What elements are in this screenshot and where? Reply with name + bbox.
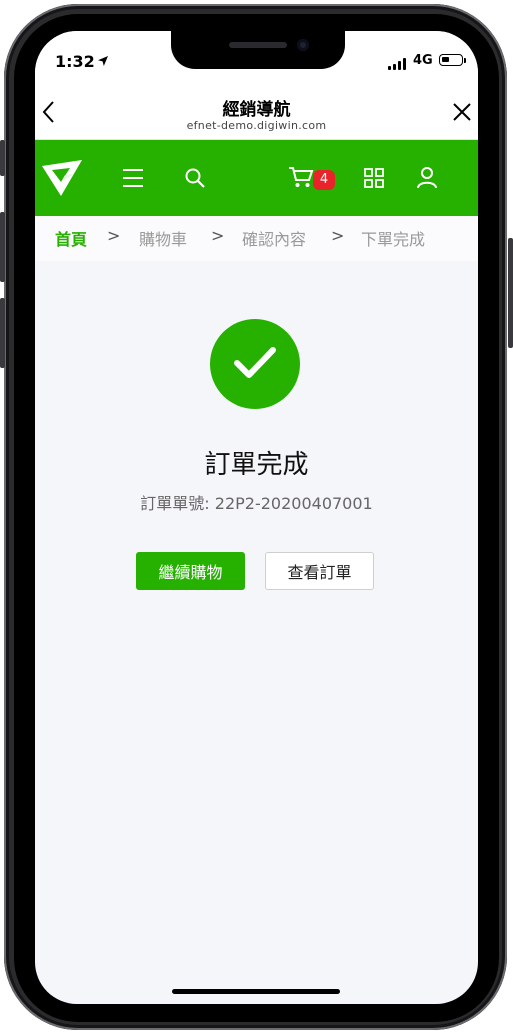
breadcrumb-home[interactable]: 首頁 bbox=[55, 226, 87, 250]
success-badge bbox=[210, 319, 300, 409]
page-url: efnet-demo.digiwin.com bbox=[186, 119, 327, 132]
network-type: 4G bbox=[413, 53, 433, 68]
breadcrumb-cart[interactable]: 購物車 bbox=[139, 226, 187, 250]
continue-shopping-button[interactable]: 繼續購物 bbox=[136, 552, 245, 590]
close-icon[interactable] bbox=[451, 101, 473, 123]
volume-down-button bbox=[0, 298, 5, 368]
home-indicator[interactable] bbox=[172, 989, 340, 994]
battery-icon bbox=[439, 54, 463, 66]
order-complete-title: 訂單完成 bbox=[204, 450, 309, 480]
speaker-grille bbox=[229, 42, 287, 48]
cart-count-badge: 4 bbox=[313, 170, 335, 190]
breadcrumb-confirm[interactable]: 確認內容 bbox=[242, 226, 306, 250]
page-title: 經銷導航 bbox=[222, 100, 291, 120]
silent-switch bbox=[0, 140, 5, 176]
breadcrumb-separator: > bbox=[331, 226, 345, 245]
breadcrumb-separator: > bbox=[107, 226, 121, 245]
notch bbox=[171, 31, 345, 69]
app-header: 4 bbox=[35, 140, 478, 216]
breadcrumb-separator: > bbox=[211, 226, 225, 245]
check-icon bbox=[234, 347, 276, 378]
status-time: 1:32 bbox=[55, 52, 95, 71]
phone-screen: 1:32 4G 經銷導航 efnet-demo.digiwin.com 4 首頁… bbox=[35, 31, 478, 1004]
menu-icon[interactable] bbox=[121, 167, 145, 189]
order-number-line: 訂單單號: 22P2-20200407001 bbox=[35, 490, 478, 514]
battery-cap bbox=[464, 58, 466, 63]
volume-up-button bbox=[0, 212, 5, 282]
location-arrow-icon bbox=[98, 56, 108, 66]
search-icon[interactable] bbox=[183, 166, 207, 190]
browser-nav-bar: 經銷導航 efnet-demo.digiwin.com bbox=[35, 87, 478, 140]
signal-icon bbox=[388, 58, 408, 70]
breadcrumb-order-complete: 下單完成 bbox=[361, 230, 426, 249]
front-camera bbox=[297, 39, 309, 51]
cart-icon[interactable] bbox=[288, 165, 314, 189]
user-icon[interactable] bbox=[415, 165, 439, 189]
power-button bbox=[508, 238, 513, 348]
logo-icon[interactable] bbox=[40, 158, 84, 198]
order-number-label: 訂單單號: bbox=[140, 494, 210, 513]
grid-icon[interactable] bbox=[363, 167, 385, 189]
view-order-button[interactable]: 查看訂單 bbox=[265, 552, 374, 590]
breadcrumb: 首頁 > 購物車 > 確認內容 > 下單完成 bbox=[35, 216, 478, 261]
order-number-value: 22P2-20200407001 bbox=[214, 494, 373, 513]
